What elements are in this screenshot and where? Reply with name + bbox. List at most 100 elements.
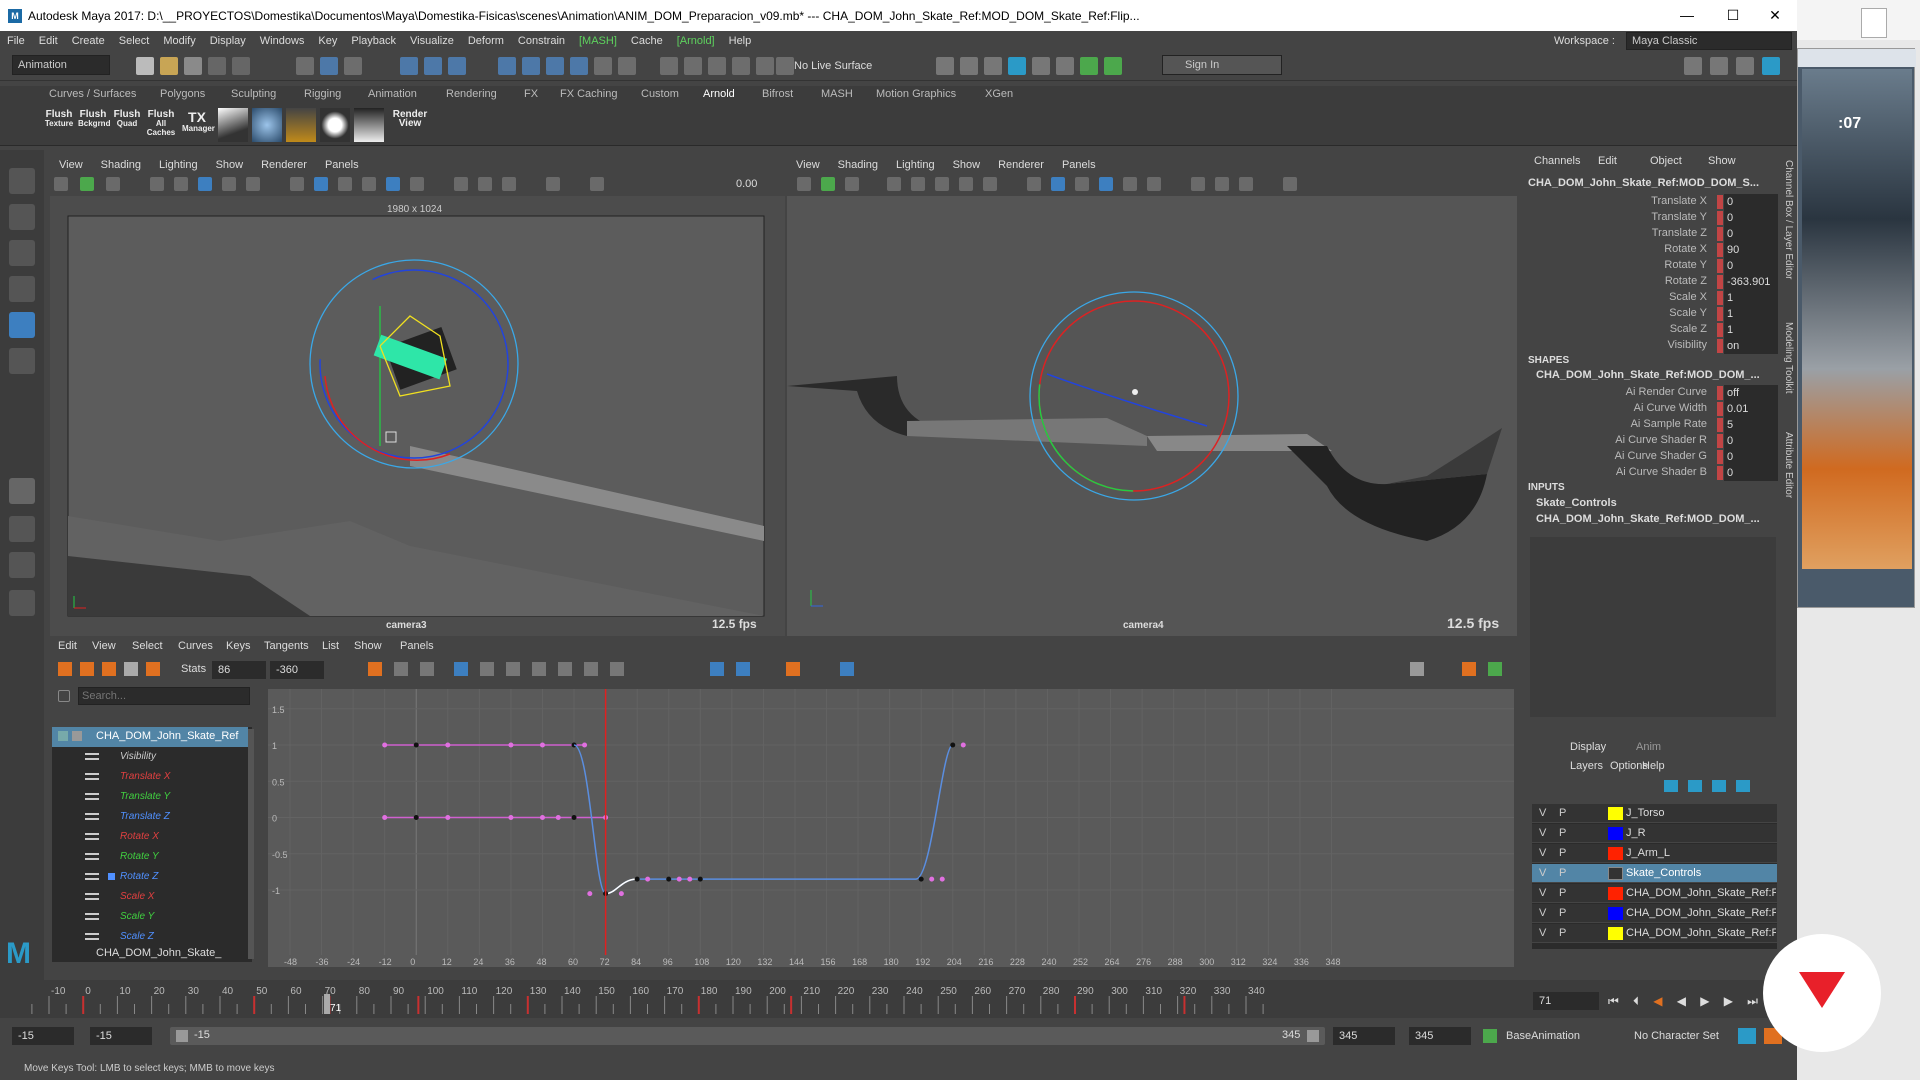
vp-right-renderer-menu[interactable]: Renderer [989, 159, 1053, 171]
camera-attributes-icon[interactable] [797, 177, 811, 191]
cb-object-menu[interactable]: Object [1650, 155, 1682, 167]
move-layer-down-icon[interactable] [1688, 780, 1702, 792]
channel-value[interactable]: -363.901 [1724, 274, 1778, 290]
expand-icon[interactable] [58, 731, 68, 741]
layer-color-swatch[interactable] [1608, 847, 1623, 860]
film-gate-icon[interactable] [911, 177, 925, 191]
tool-settings-icon[interactable] [1736, 57, 1754, 75]
layer-playback-toggle[interactable]: P [1559, 827, 1566, 839]
vp-right-view-menu[interactable]: View [787, 159, 829, 171]
layer-color-swatch[interactable] [1608, 907, 1623, 920]
menu-arnold[interactable]: [Arnold] [670, 35, 722, 47]
textured-icon[interactable] [1075, 177, 1089, 191]
frame-playback-icon[interactable] [394, 662, 408, 676]
paint-select-tool-icon[interactable] [9, 240, 35, 266]
layer-playback-toggle[interactable]: P [1559, 807, 1566, 819]
channel-value[interactable]: 0 [1724, 210, 1778, 226]
workspace-select[interactable]: Maya Classic [1626, 32, 1792, 50]
isolate-icon[interactable] [454, 177, 468, 191]
channel-rotate-x[interactable]: Rotate X 90 [1526, 242, 1780, 258]
layers-menu[interactable]: Layers [1570, 760, 1603, 772]
vp-left-view-menu[interactable]: View [50, 159, 92, 171]
flush-all-caches-button[interactable]: Flush All Caches [146, 110, 176, 142]
frame-all-icon[interactable] [368, 662, 382, 676]
cb-show-menu[interactable]: Show [1708, 155, 1736, 167]
open-scene-icon[interactable] [160, 57, 178, 75]
select-object-icon[interactable] [320, 57, 338, 75]
viewport-right[interactable]: camera4 12.5 fps [787, 196, 1517, 636]
layer-visible-toggle[interactable]: V [1539, 827, 1546, 839]
render-view-button[interactable]: Render View [392, 110, 428, 142]
resolution-gate-icon[interactable] [198, 177, 212, 191]
go-to-start-icon[interactable]: ⏮ [1608, 994, 1619, 1008]
image-plane-icon[interactable] [845, 177, 859, 191]
channel-scale-x[interactable]: Scale X 1 [1526, 290, 1780, 306]
vp-left-lighting-menu[interactable]: Lighting [150, 159, 207, 171]
smooth-shade-icon[interactable] [1051, 177, 1065, 191]
outliner-search-input[interactable] [78, 687, 250, 705]
vp-left-panels-menu[interactable]: Panels [316, 159, 368, 171]
hypershade-icon[interactable] [1032, 57, 1050, 75]
flush-quad-button[interactable]: Flush Quad [112, 110, 142, 142]
channel-scale-z[interactable]: Scale Z 1 [1526, 322, 1780, 338]
menu-visualize[interactable]: Visualize [403, 35, 461, 47]
menu-windows[interactable]: Windows [253, 35, 312, 47]
layer-color-swatch[interactable] [1608, 927, 1623, 940]
move-key-icon[interactable] [58, 662, 72, 676]
menu-playback[interactable]: Playback [344, 35, 403, 47]
attribute-editor-icon[interactable] [1710, 57, 1728, 75]
magnet-snap-icon[interactable] [756, 57, 774, 75]
image-plane-icon[interactable] [106, 177, 120, 191]
filter-icon[interactable] [58, 690, 70, 702]
anim-end-field[interactable]: 345 [1333, 1027, 1395, 1045]
channel-scale-y[interactable]: Scale Y 1 [1526, 306, 1780, 322]
snap-point-icon[interactable] [448, 57, 466, 75]
film-gate-icon[interactable] [174, 177, 188, 191]
ge-tangents-menu[interactable]: Tangents [264, 640, 309, 652]
attr-rotate-z[interactable]: Rotate Z [52, 867, 248, 887]
layer-color-swatch[interactable] [1608, 807, 1623, 820]
isolate-icon[interactable] [1191, 177, 1205, 191]
play-backward-icon[interactable]: ◀ [1677, 994, 1686, 1008]
attr-ai-curve-shader-b[interactable]: Ai Curve Shader B 0 [1526, 465, 1780, 481]
layer-row[interactable]: V P J_Torso [1532, 804, 1777, 823]
mesh-light-icon[interactable] [286, 108, 316, 142]
wireframe-icon[interactable] [1027, 177, 1041, 191]
xray-joints-icon[interactable] [1239, 177, 1253, 191]
menu-display[interactable]: Display [203, 35, 253, 47]
smooth-shade-icon[interactable] [314, 177, 328, 191]
vp-left-shading-menu[interactable]: Shading [92, 159, 150, 171]
anim-start-field[interactable]: -15 [90, 1027, 152, 1045]
grid-icon[interactable] [887, 177, 901, 191]
attr-rotate-x[interactable]: Rotate X [52, 827, 248, 847]
menuset-select[interactable]: Animation [12, 55, 110, 75]
lasso-tool-icon[interactable] [9, 204, 35, 230]
ge-view-menu[interactable]: View [92, 640, 116, 652]
ge-list-menu[interactable]: List [322, 640, 339, 652]
attr-value[interactable]: 0 [1724, 465, 1778, 481]
scene-end-field[interactable]: 345 [1409, 1027, 1471, 1045]
shelf-tab-animation[interactable]: Animation [368, 88, 417, 100]
layer-row[interactable]: V P CHA_DOM_John_Skate_Ref:Ri [1532, 884, 1777, 903]
new-scene-icon[interactable] [136, 57, 154, 75]
character-set-label[interactable]: No Character Set [1634, 1030, 1719, 1042]
grid-icon[interactable] [150, 177, 164, 191]
construction-history-icon[interactable] [708, 57, 726, 75]
tx-manager-button[interactable]: TX Manager [182, 110, 215, 142]
layer-color-swatch[interactable] [1608, 867, 1623, 880]
layer-playback-toggle[interactable]: P [1559, 907, 1566, 919]
shelf-tab-xgen[interactable]: XGen [985, 88, 1013, 100]
render-frame-icon[interactable] [936, 57, 954, 75]
shelf-tab-arnold[interactable]: Arnold [703, 88, 735, 100]
retime-icon[interactable] [146, 662, 160, 676]
menu-constrain[interactable]: Constrain [511, 35, 572, 47]
channel-value[interactable]: 1 [1724, 322, 1778, 338]
attr-rotate-y[interactable]: Rotate Y [52, 847, 248, 867]
layer-color-swatch[interactable] [1608, 887, 1623, 900]
stats-frame-field[interactable]: 86 [212, 661, 266, 679]
render-settings-icon[interactable] [1008, 57, 1026, 75]
layer-row[interactable]: V P J_R [1532, 824, 1777, 843]
sign-in-button[interactable]: Sign In [1162, 55, 1282, 75]
bookmark-icon[interactable] [80, 177, 94, 191]
menu-deform[interactable]: Deform [461, 35, 511, 47]
